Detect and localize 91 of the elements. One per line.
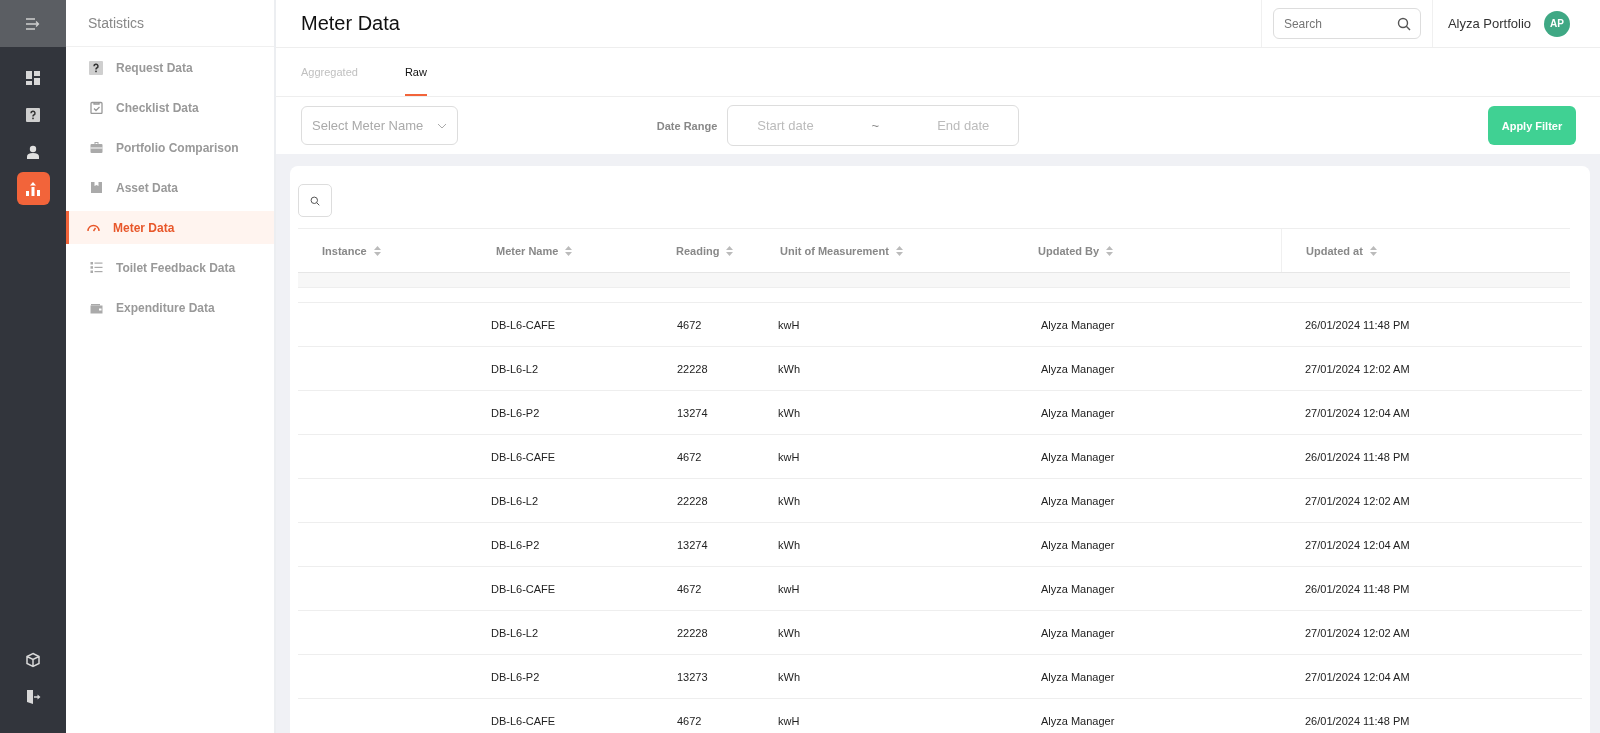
menu-icon[interactable] [25,17,41,30]
dashboard-icon [25,69,41,86]
table-cell: Alyza Manager [1041,494,1115,507]
table-cell: DB-L6-P2 [491,538,540,551]
chevron-icon [437,122,447,129]
date-range-field[interactable]: Start date ~ End date [727,105,1020,146]
gauge-icon [86,223,100,232]
table-cell: 26/01/2024 11:48 PM [1305,318,1410,331]
table-cell: 4672 [677,318,702,331]
chart-icon [25,180,41,197]
apply-filter-button[interactable]: Apply Filter [1488,106,1576,145]
rail-button[interactable] [16,172,50,205]
table-cell: 27/01/2024 12:02 AM [1305,362,1410,375]
table-cell: kWh [778,406,800,419]
meter-select[interactable]: Select Meter Name [301,106,458,145]
table-cell: Alyza Manager [1041,714,1115,727]
table-cell: 22228 [677,626,708,639]
table-cell: kwH [778,318,800,331]
table-cell: kWh [778,538,800,551]
table-cell: 27/01/2024 12:04 AM [1305,670,1410,683]
table-cell: 4672 [677,582,702,595]
table-cell: DB-L6-CAFE [491,450,556,463]
search-icon[interactable] [1396,17,1411,31]
sidebar-item[interactable]: Asset Data [66,171,274,204]
table-cell: Alyza Manager [1041,538,1115,551]
table-cell: 22228 [677,494,708,507]
table-cell: DB-L6-L2 [491,494,539,507]
table-cell: 27/01/2024 12:02 AM [1305,626,1410,639]
table-cell: kWh [778,362,800,375]
table-cell: 13274 [677,538,708,551]
table-cell: DB-L6-L2 [491,362,539,375]
logout-icon [25,688,41,705]
table-cell: 27/01/2024 12:04 AM [1305,406,1410,419]
page-title: Meter Data [300,12,401,35]
search-icon[interactable] [310,195,320,206]
user-avatar[interactable]: AP [1544,10,1570,37]
table-cell: DB-L6-CAFE [491,318,556,331]
table-cell: Alyza Manager [1041,582,1115,595]
sidebar-item[interactable]: Meter Data [66,211,274,244]
table-cell: Alyza Manager [1041,626,1115,639]
table-cell: 13274 [677,406,708,419]
column-header[interactable]: Updated at [1306,244,1363,257]
tab[interactable]: Aggregated [301,48,358,96]
table-cell: kwH [778,450,800,463]
table-cell: DB-L6-CAFE [491,582,556,595]
sidebar-item[interactable]: Expenditure Data [66,291,274,324]
person-icon [26,144,40,159]
table-cell: 4672 [677,450,702,463]
table-cell: 26/01/2024 11:48 PM [1305,450,1410,463]
table-cell: kWh [778,626,800,639]
list-icon [89,261,103,274]
table-cell: kwH [778,582,800,595]
column-header[interactable]: Meter Name [496,244,559,257]
table-cell: kWh [778,494,800,507]
table-cell: DB-L6-CAFE [491,714,556,727]
sidebar-title: Statistics [88,15,144,31]
sidebar-item[interactable]: Request Data [66,51,274,84]
table-cell: 26/01/2024 11:48 PM [1305,714,1410,727]
table-cell: 26/01/2024 11:48 PM [1305,582,1410,595]
search-field[interactable]: Search [1272,8,1421,39]
table-cell: Alyza Manager [1041,670,1115,683]
user-name[interactable]: Alyza Portfolio [1447,16,1531,31]
sidebar-item[interactable]: Portfolio Comparison [66,131,274,164]
briefcase-icon [89,141,103,154]
wallet-icon [89,301,103,314]
table-cell: kwH [778,714,800,727]
table-cell: 22228 [677,362,708,375]
date-range-label: Date Range [656,119,718,132]
checklist-icon [89,101,103,114]
column-header[interactable]: Reading [676,244,720,257]
table-cell: Alyza Manager [1041,318,1115,331]
table-cell: Alyza Manager [1041,450,1115,463]
sidebar-item[interactable]: Checklist Data [66,91,274,124]
column-header[interactable]: Instance [322,244,367,257]
cube-icon [25,651,41,668]
table-cell: 27/01/2024 12:04 AM [1305,538,1410,551]
column-header[interactable]: Updated By [1038,244,1100,257]
table-cell: Alyza Manager [1041,362,1115,375]
table-cell: Alyza Manager [1041,406,1115,419]
table-cell: DB-L6-P2 [491,670,540,683]
table-cell: DB-L6-L2 [491,626,539,639]
table-cell: 27/01/2024 12:02 AM [1305,494,1410,507]
question-icon [26,107,40,122]
question-icon [89,60,103,75]
column-header[interactable]: Unit of Measurement [780,244,889,257]
table-cell: 4672 [677,714,702,727]
table-cell: 13273 [677,670,708,683]
table-cell: DB-L6-P2 [491,406,540,419]
box-icon [89,181,103,194]
table-cell: kWh [778,670,800,683]
sidebar-item[interactable]: Toilet Feedback Data [66,251,274,284]
